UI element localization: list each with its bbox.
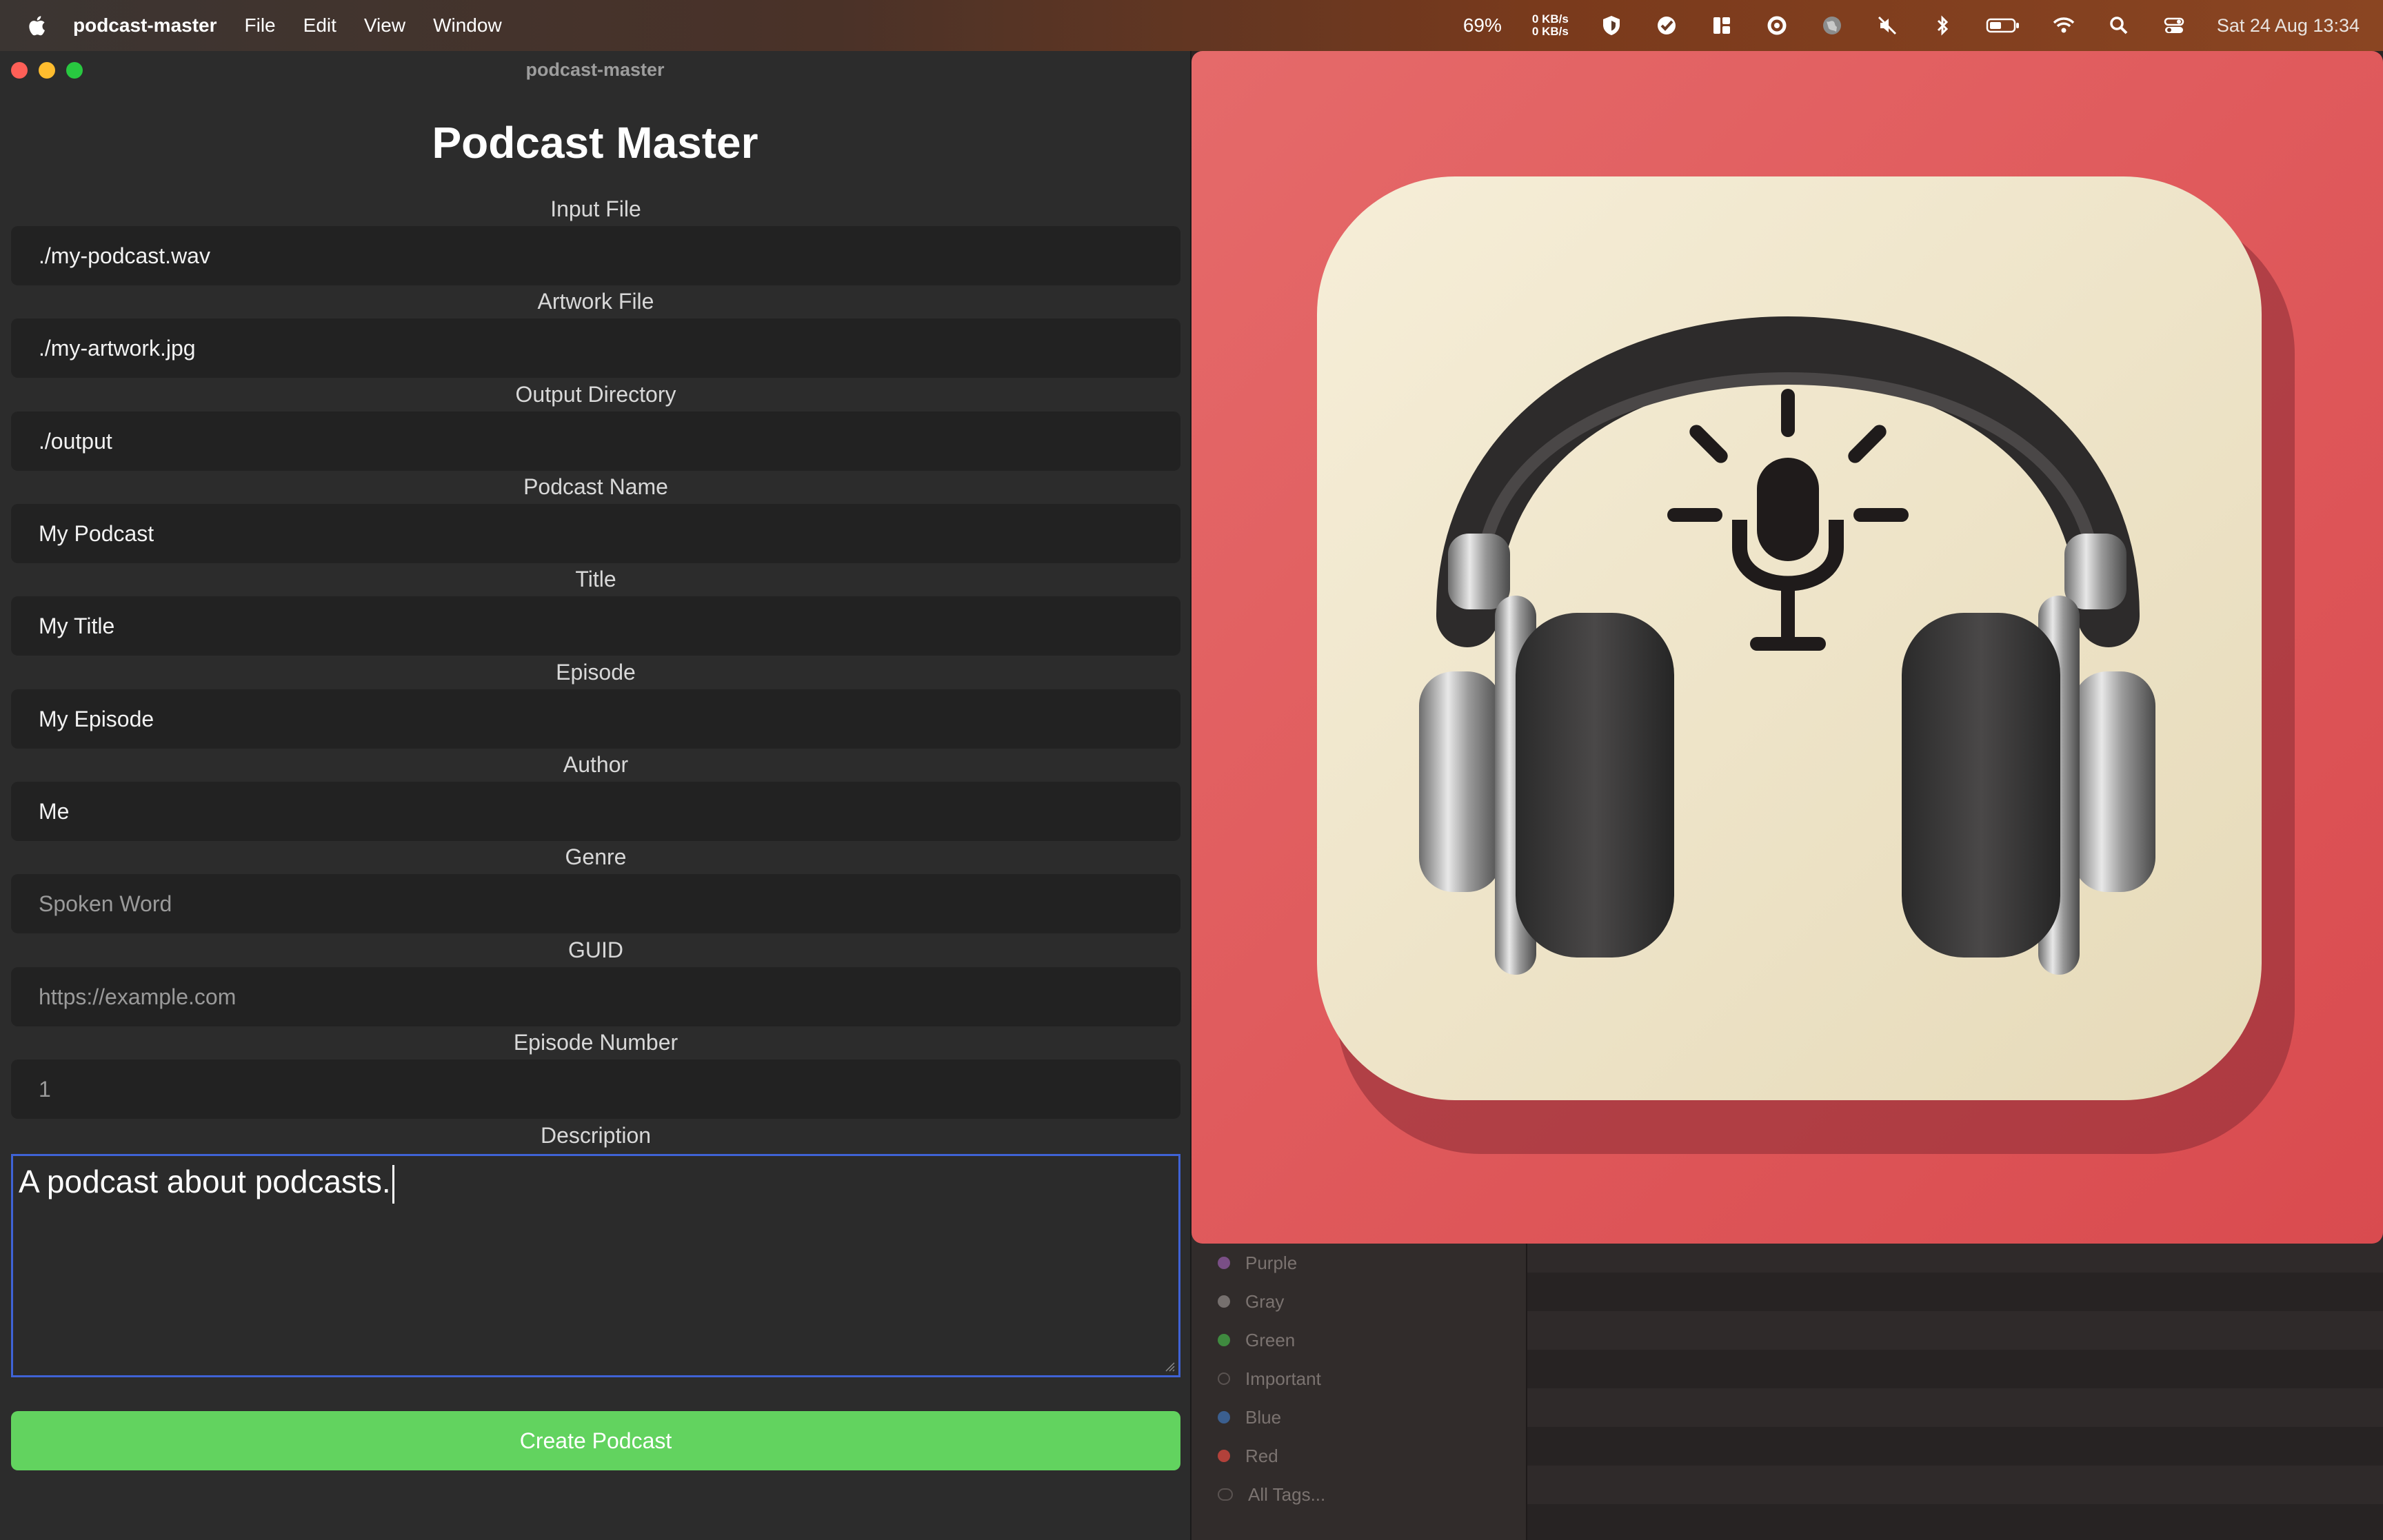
description-textarea[interactable]: A podcast about podcasts.	[11, 1154, 1180, 1377]
episode-number-label: Episode Number	[513, 1030, 678, 1055]
episode-field[interactable]: My Episode	[11, 689, 1180, 749]
tag-label: All Tags...	[1248, 1483, 1326, 1505]
guid-field[interactable]: https://example.com	[11, 967, 1180, 1026]
title-label: Title	[575, 567, 616, 591]
text-caret	[392, 1164, 394, 1204]
finder-tag-green[interactable]: Green	[1218, 1326, 1295, 1354]
red-tag-dot-icon	[1218, 1450, 1230, 1462]
menu-edit[interactable]: Edit	[303, 14, 336, 37]
episode-label: Episode	[556, 660, 636, 685]
author-label: Author	[563, 752, 629, 777]
tag-label: Red	[1245, 1445, 1278, 1466]
tag-label: Green	[1245, 1329, 1296, 1350]
purple-tag-dot-icon	[1218, 1257, 1230, 1269]
window-title: podcast-master	[525, 59, 665, 80]
menu-view[interactable]: View	[364, 14, 405, 37]
finder-tag-red[interactable]: Red	[1218, 1442, 1278, 1470]
episode-number-field[interactable]: 1	[11, 1060, 1180, 1119]
tag-label: Important	[1245, 1368, 1321, 1389]
wifi-icon[interactable]	[2051, 13, 2076, 38]
mute-icon[interactable]	[1875, 13, 1900, 38]
control-center-icon[interactable]	[2162, 13, 2186, 38]
spotlight-search-icon[interactable]	[2107, 13, 2131, 38]
check-circle-icon[interactable]	[1654, 13, 1679, 38]
empty-tag-dot-icon	[1218, 1372, 1230, 1385]
window-layout-icon[interactable]	[1709, 13, 1734, 38]
artwork-file-label: Artwork File	[537, 289, 654, 314]
finder-window-background: Purple Gray Green Important Blue Red All…	[1192, 1234, 2383, 1540]
shield-icon[interactable]	[1599, 13, 1624, 38]
finder-tag-blue[interactable]: Blue	[1218, 1404, 1281, 1431]
description-text: A podcast about podcasts.	[19, 1164, 391, 1199]
battery-icon[interactable]	[1985, 13, 2021, 38]
tag-label: Blue	[1245, 1406, 1282, 1428]
all-tags-icon	[1218, 1488, 1233, 1501]
battery-percent[interactable]: 69%	[1463, 14, 1502, 37]
menu-file[interactable]: File	[245, 14, 276, 37]
app-menu[interactable]: podcast-master	[73, 14, 217, 37]
resize-grip-icon[interactable]	[1163, 1360, 1176, 1372]
net-down: 0 KB/s	[1531, 25, 1569, 38]
finder-file-list	[1527, 1234, 2383, 1540]
blue-tag-dot-icon	[1218, 1411, 1230, 1424]
finder-tag-important[interactable]: Important	[1218, 1365, 1321, 1392]
input-file-label: Input File	[550, 196, 641, 221]
gray-tag-dot-icon	[1218, 1295, 1230, 1308]
author-field[interactable]: Me	[11, 782, 1180, 841]
output-directory-label: Output Directory	[515, 382, 676, 407]
podcast-name-label: Podcast Name	[523, 474, 668, 499]
network-speed[interactable]: 0 KB/s 0 KB/s	[1532, 13, 1569, 38]
net-up: 0 KB/s	[1531, 12, 1569, 26]
sync-icon[interactable]	[1764, 13, 1789, 38]
page-title: Podcast Master	[432, 118, 758, 168]
apple-menu-icon[interactable]	[15, 14, 57, 37]
finder-all-tags[interactable]: All Tags...	[1218, 1481, 1325, 1508]
guid-label: GUID	[568, 938, 623, 962]
output-directory-field[interactable]: ./output	[11, 412, 1180, 471]
title-field[interactable]: My Title	[11, 596, 1180, 656]
globe-icon[interactable]	[1820, 13, 1844, 38]
podcast-master-window: podcast-master Podcast Master Input File…	[0, 51, 1192, 1540]
podcast-name-field[interactable]: My Podcast	[11, 504, 1180, 563]
input-file-field[interactable]: ./my-podcast.wav	[11, 226, 1180, 285]
menu-bar: podcast-master File Edit View Window 69%…	[0, 0, 2383, 51]
finder-sidebar: Purple Gray Green Important Blue Red All…	[1192, 1234, 1527, 1540]
green-tag-dot-icon	[1218, 1334, 1230, 1346]
description-label: Description	[540, 1123, 652, 1148]
artwork-preview-image	[1192, 51, 2383, 1244]
menubar-clock[interactable]: Sat 24 Aug 13:34	[2217, 15, 2360, 37]
tag-label: Gray	[1245, 1290, 1285, 1312]
genre-field[interactable]: Spoken Word	[11, 874, 1180, 933]
bluetooth-icon[interactable]	[1930, 13, 1955, 38]
finder-tag-purple[interactable]: Purple	[1218, 1249, 1297, 1277]
tag-label: Purple	[1245, 1252, 1298, 1273]
finder-tag-gray[interactable]: Gray	[1218, 1288, 1284, 1315]
podcast-artwork-icon	[1317, 176, 2295, 1154]
genre-label: Genre	[565, 844, 627, 869]
artwork-file-field[interactable]: ./my-artwork.jpg	[11, 318, 1180, 378]
create-podcast-button[interactable]: Create Podcast	[11, 1411, 1180, 1470]
menu-window[interactable]: Window	[433, 14, 502, 37]
window-titlebar: podcast-master	[0, 51, 1190, 90]
